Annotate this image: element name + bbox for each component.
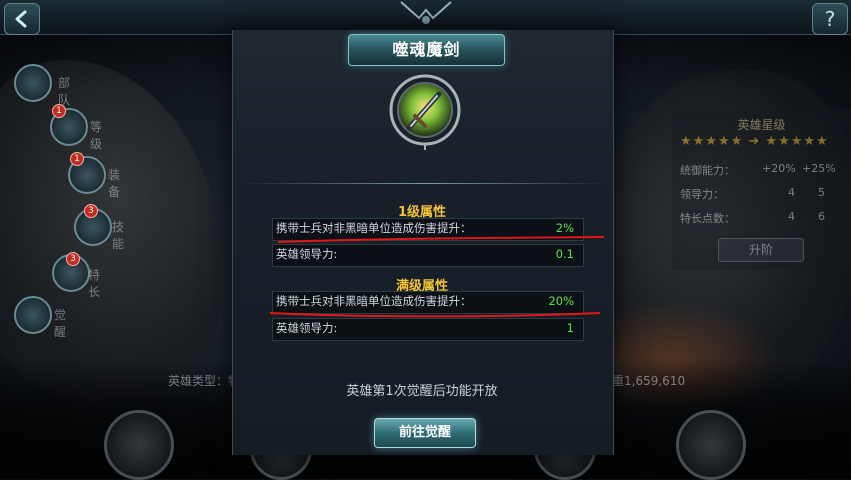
star-row-label: 领导力：: [680, 188, 724, 201]
notification-badge: 3: [84, 204, 98, 218]
nav-label: 部队: [58, 76, 71, 107]
awaken-icon: [14, 296, 52, 334]
attr-value: 1: [566, 321, 574, 335]
item-icon-frame: [385, 72, 465, 152]
nav-label: 等级: [90, 120, 103, 151]
star-panel-title: 英雄星级: [737, 118, 786, 132]
star-row-from: 4: [788, 210, 795, 223]
star-row-from: +20%: [762, 162, 796, 175]
star-panel: 英雄星级 ★★★★★ ➜ ★★★★★ 统御能力： +20% +25% 领导力： …: [672, 110, 851, 270]
attr-label: 英雄领导力:: [276, 247, 338, 261]
troops-icon: [14, 64, 52, 102]
star-row: 领导力： 4 5: [680, 186, 850, 202]
upgrade-button[interactable]: 升阶: [718, 238, 804, 262]
helmet-equip-slot[interactable]: [104, 410, 174, 480]
star-row-label: 统御能力：: [680, 164, 735, 177]
attr-value: 20%: [548, 294, 574, 308]
attr-label: 英雄领导力:: [276, 321, 338, 335]
star-row-to: +25%: [802, 162, 836, 175]
star-row-to: 5: [818, 186, 825, 199]
divider: [240, 183, 610, 184]
awaken-notice: 英雄第1次觉醒后功能开放: [346, 384, 498, 399]
goto-awaken-button[interactable]: 前往觉醒: [374, 418, 476, 448]
annotation-underline: [277, 236, 605, 243]
nav-label: 特长: [88, 268, 101, 299]
back-arrow-icon: [15, 10, 27, 28]
star-rating-icon: ★★★★★ ➜ ★★★★★: [680, 134, 829, 149]
top-ornament-icon: [400, 1, 452, 24]
star-row: 统御能力： +20% +25%: [680, 162, 850, 178]
soul-sword-icon: [389, 74, 461, 150]
star-row-label: 特长点数：: [680, 212, 735, 225]
nav-label: 装备: [108, 168, 121, 199]
nav-label: 觉醒: [54, 308, 67, 339]
left-nav: 部队 1 等级 1 装备 3 技能 3 特长 觉醒: [14, 64, 174, 344]
star-row-from: 4: [788, 186, 795, 199]
compass-equip-slot[interactable]: [676, 410, 746, 480]
notification-badge: 1: [70, 152, 84, 166]
notification-badge: 1: [52, 104, 66, 118]
modal-title: 噬魂魔剑: [348, 34, 505, 66]
star-row: 特长点数： 4 6: [680, 210, 850, 226]
attr-label: 携带士兵对非黑暗单位造成伤害提升：: [276, 294, 472, 308]
annotation-underline: [269, 312, 601, 318]
nav-label: 技能: [112, 220, 125, 251]
notification-badge: 3: [66, 252, 80, 266]
back-button[interactable]: [4, 3, 40, 35]
attr-value: 0.1: [555, 247, 574, 261]
star-row-to: 6: [818, 210, 825, 223]
help-button[interactable]: ?: [812, 3, 848, 35]
